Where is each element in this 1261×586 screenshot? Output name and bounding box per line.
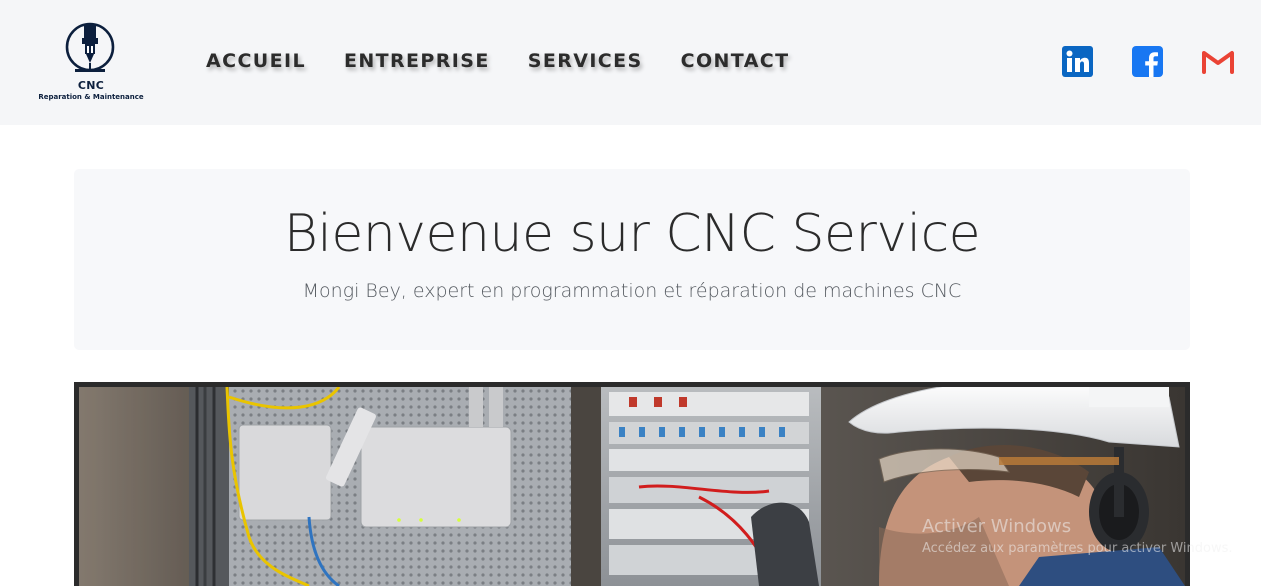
windows-activation-title: Activer Windows [922,516,1072,537]
technician-electrical-panel-photo [79,387,1185,586]
logo[interactable]: CNC Reparation & Maintenance [30,20,152,106]
hero-section: Bienvenue sur CNC Service Mongi Bey, exp… [74,169,1190,350]
cnc-spindle-icon [65,22,115,72]
logo-tagline: Reparation & Maintenance [38,93,144,101]
nav-item-entreprise[interactable]: ENTREPRISE [344,48,490,74]
linkedin-link[interactable] [1062,46,1093,77]
site-header: CNC Reparation & Maintenance ACCUEIL ENT… [0,0,1261,125]
facebook-link[interactable] [1132,46,1163,77]
facebook-icon [1132,46,1163,77]
nav-item-accueil[interactable]: ACCUEIL [206,48,306,74]
gmail-icon [1202,51,1234,74]
nav-item-services[interactable]: SERVICES [528,48,643,74]
windows-activation-subtitle: Accédez aux paramètres pour activer Wind… [922,541,1233,556]
page-subtitle: Mongi Bey, expert en programmation et ré… [302,280,962,302]
nav-item-contact[interactable]: CONTACT [681,48,790,74]
logo-name: CNC [77,79,105,92]
main-nav: ACCUEIL ENTREPRISE SERVICES CONTACT [206,48,790,74]
page-title: Bienvenue sur CNC Service [283,204,981,264]
gmail-link[interactable] [1201,48,1235,74]
linkedin-icon [1062,46,1093,77]
